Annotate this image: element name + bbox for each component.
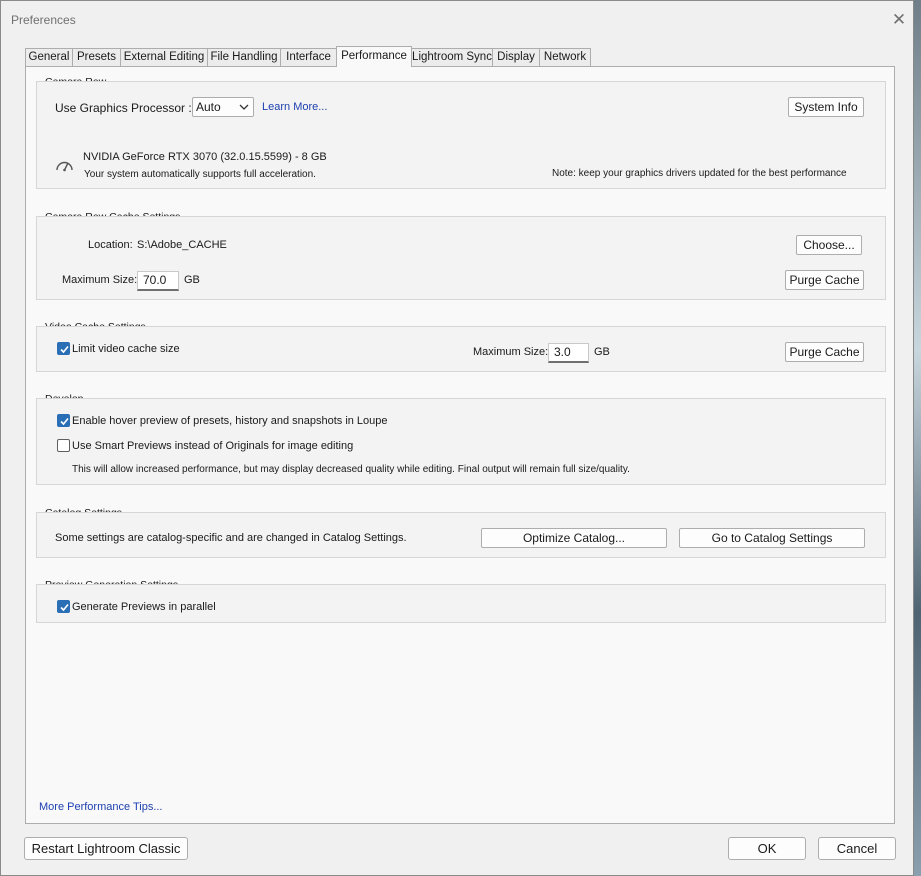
more-performance-tips-link[interactable]: More Performance Tips...: [39, 801, 163, 813]
gauge-icon: [56, 161, 73, 172]
gpu-status: Your system automatically supports full …: [84, 169, 316, 180]
limit-video-cache-label: Limit video cache size: [72, 343, 180, 355]
tab-external-editing[interactable]: External Editing: [120, 48, 208, 66]
smart-previews-label: Use Smart Previews instead of Originals …: [72, 440, 354, 452]
tab-performance[interactable]: Performance: [336, 46, 412, 67]
restart-lightroom-button[interactable]: Restart Lightroom Classic: [24, 837, 188, 860]
camera-raw-group: Use Graphics Processor : Auto Learn More…: [36, 81, 886, 189]
gpu-select-value: Auto: [196, 100, 221, 114]
driver-note: Note: keep your graphics drivers updated…: [552, 168, 847, 179]
smart-previews-note: This will allow increased performance, b…: [72, 464, 630, 475]
cache-unit: GB: [184, 274, 200, 286]
checkmark-icon: [60, 417, 69, 426]
cache-max-size-input[interactable]: 70.0: [137, 271, 179, 291]
tab-general[interactable]: General: [25, 48, 73, 66]
tab-network[interactable]: Network: [539, 48, 591, 66]
cancel-button[interactable]: Cancel: [818, 837, 896, 860]
camera-raw-cache-group: Location: S:\Adobe_CACHE Choose... Maxim…: [36, 216, 886, 300]
close-icon[interactable]: ✕: [887, 9, 911, 31]
preview-generation-group: Generate Previews in parallel: [36, 584, 886, 623]
parallel-previews-checkbox[interactable]: [57, 600, 70, 613]
choose-button[interactable]: Choose...: [796, 235, 862, 255]
hover-preview-label: Enable hover preview of presets, history…: [72, 415, 388, 427]
performance-panel: Camera Raw Use Graphics Processor : Auto…: [25, 66, 895, 824]
catalog-settings-group: Some settings are catalog-specific and a…: [36, 512, 886, 558]
checkmark-icon: [60, 603, 69, 612]
video-purge-cache-button[interactable]: Purge Cache: [785, 342, 864, 362]
tab-interface[interactable]: Interface: [280, 48, 337, 66]
tab-lightroom-sync[interactable]: Lightroom Sync: [411, 48, 493, 66]
checkmark-icon: [60, 345, 69, 354]
video-cache-group: Limit video cache size Maximum Size: 3.0…: [36, 326, 886, 372]
cache-max-size-label: Maximum Size:: [62, 274, 138, 286]
window-title: Preferences: [11, 13, 76, 27]
purge-cache-button[interactable]: Purge Cache: [785, 270, 864, 290]
catalog-settings-text: Some settings are catalog-specific and a…: [55, 532, 407, 544]
system-info-button[interactable]: System Info: [788, 97, 864, 117]
title-bar: Preferences ✕: [1, 1, 913, 39]
parallel-previews-label: Generate Previews in parallel: [72, 601, 216, 613]
develop-group: Enable hover preview of presets, history…: [36, 398, 886, 485]
video-max-size-input[interactable]: 3.0: [548, 343, 589, 363]
go-to-catalog-settings-button[interactable]: Go to Catalog Settings: [679, 528, 865, 548]
gpu-label: Use Graphics Processor :: [55, 101, 192, 115]
video-unit: GB: [594, 346, 610, 358]
gpu-select[interactable]: Auto: [192, 97, 254, 117]
hover-preview-checkbox[interactable]: [57, 414, 70, 427]
location-label: Location:: [88, 239, 133, 251]
limit-video-cache-checkbox[interactable]: [57, 342, 70, 355]
smart-previews-checkbox[interactable]: [57, 439, 70, 452]
gpu-name: NVIDIA GeForce RTX 3070 (32.0.15.5599) -…: [83, 151, 327, 163]
preferences-dialog: Preferences ✕ General Presets External E…: [0, 0, 914, 876]
location-value: S:\Adobe_CACHE: [137, 239, 227, 251]
tab-file-handling[interactable]: File Handling: [207, 48, 281, 66]
optimize-catalog-button[interactable]: Optimize Catalog...: [481, 528, 667, 548]
video-max-size-label: Maximum Size:: [473, 346, 549, 358]
learn-more-link[interactable]: Learn More...: [262, 101, 327, 113]
ok-button[interactable]: OK: [728, 837, 806, 860]
chevron-down-icon: [239, 104, 249, 110]
background-photo-edge: [913, 0, 921, 876]
tab-presets[interactable]: Presets: [72, 48, 121, 66]
tab-display[interactable]: Display: [492, 48, 540, 66]
